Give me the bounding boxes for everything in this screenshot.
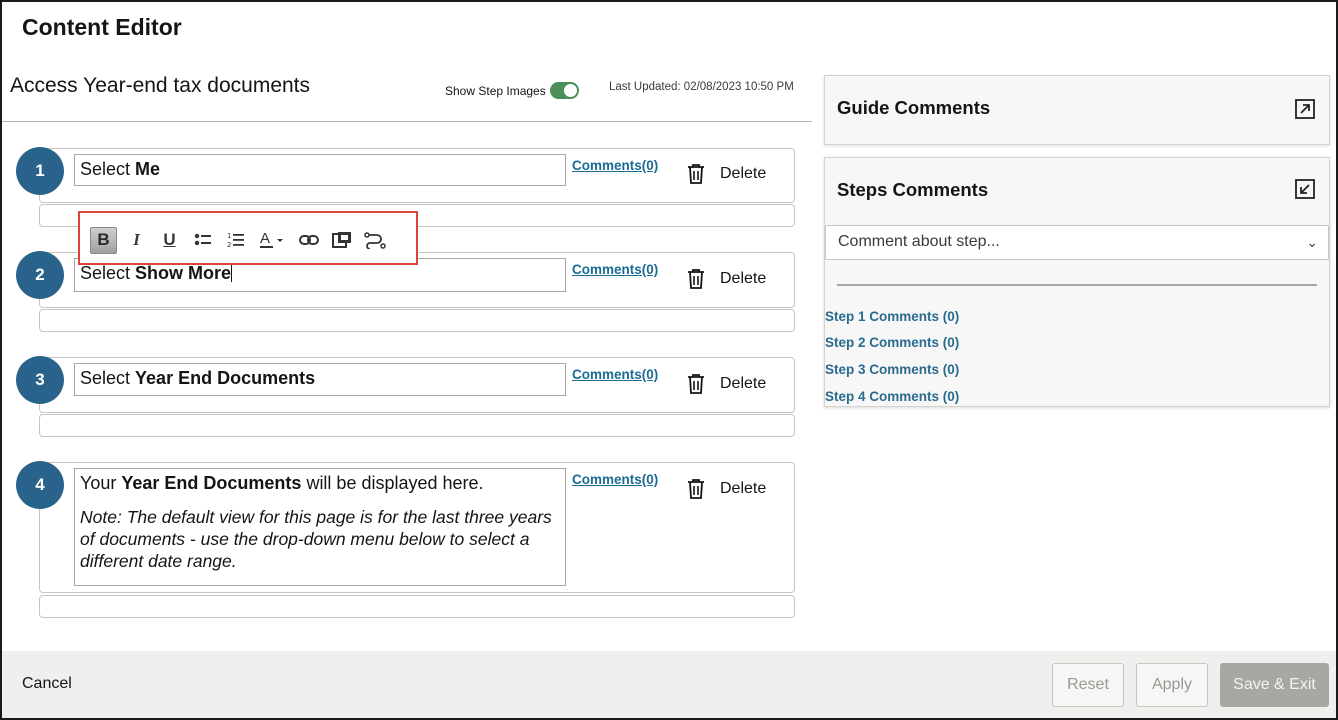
steps-comments-title: Steps Comments: [837, 179, 989, 200]
show-step-images-toggle[interactable]: [549, 82, 579, 99]
step-text-editor[interactable]: Select Year End Documents: [74, 363, 566, 396]
show-step-images: Show Step Images: [445, 82, 579, 99]
step-image-area[interactable]: [39, 309, 795, 332]
step-number: 4: [16, 461, 64, 509]
insert-media-button[interactable]: [328, 227, 355, 254]
app-title: Content Editor: [22, 14, 182, 40]
step-comments-link[interactable]: Comments(0): [572, 472, 658, 487]
step-comments-link[interactable]: Comments(0): [572, 367, 658, 382]
step-1-comments-link[interactable]: Step 1 Comments (0): [825, 309, 959, 324]
step-4-comments-link[interactable]: Step 4 Comments (0): [825, 389, 959, 404]
link-button[interactable]: [295, 227, 322, 254]
save-exit-button[interactable]: Save & Exit: [1220, 663, 1329, 707]
underline-icon: U: [163, 230, 176, 249]
step-number: 3: [16, 356, 64, 404]
step-text-prefix: Select: [80, 368, 136, 388]
guide-title: Access Year-end tax documents: [10, 74, 311, 97]
svg-text:A: A: [260, 230, 270, 247]
footer-bar: Cancel Reset Apply Save & Exit: [2, 651, 1336, 718]
step-image-area[interactable]: [39, 414, 795, 437]
bulleted-list-button[interactable]: [189, 227, 216, 254]
delete-step-button[interactable]: Delete: [686, 268, 766, 290]
reset-button[interactable]: Reset: [1052, 663, 1124, 707]
apply-button[interactable]: Apply: [1136, 663, 1208, 707]
step-text-prefix: Select: [80, 159, 136, 179]
step-comments-link[interactable]: Comments(0): [572, 158, 658, 173]
bold-icon: B: [97, 230, 110, 249]
delete-label: Delete: [720, 270, 767, 287]
italic-icon: I: [133, 230, 140, 249]
collapse-icon[interactable]: [1295, 179, 1315, 199]
bulleted-list-icon: [194, 233, 211, 246]
step-text-editor[interactable]: Select Me: [74, 154, 566, 186]
step-text-editor[interactable]: Your Year End Documents will be displaye…: [74, 468, 566, 586]
step-number: 1: [16, 147, 64, 195]
bold-button[interactable]: B: [90, 226, 117, 254]
step-2-comments-link[interactable]: Step 2 Comments (0): [825, 335, 959, 350]
trash-icon: [688, 374, 704, 394]
step-text-prefix: Select: [80, 263, 136, 283]
step-text-bold: Me: [135, 159, 161, 179]
branch-button[interactable]: [361, 227, 388, 254]
delete-step-button[interactable]: Delete: [686, 163, 766, 185]
trash-icon: [688, 479, 704, 499]
underline-button[interactable]: U: [156, 227, 183, 254]
step-comment-select[interactable]: Comment about step... ⌄: [825, 225, 1329, 260]
trash-icon: [688, 269, 704, 289]
trash-icon: [688, 164, 704, 184]
rich-text-toolbar: B I U 12 A: [78, 211, 418, 265]
guide-comments-panel: Guide Comments: [824, 75, 1330, 145]
numbered-list-icon: 12: [227, 232, 244, 249]
step-number: 2: [16, 251, 64, 299]
text-color-icon: A: [260, 230, 283, 248]
divider: [837, 284, 1317, 286]
step-3-comments-link[interactable]: Step 3 Comments (0): [825, 362, 959, 377]
insert-media-icon: [331, 232, 351, 248]
numbered-list-button[interactable]: 12: [222, 227, 249, 254]
cancel-button[interactable]: Cancel: [22, 675, 72, 693]
step-note: Note: The default view for this page is …: [80, 507, 552, 571]
delete-step-button[interactable]: Delete: [686, 373, 766, 395]
svg-text:2: 2: [227, 241, 231, 249]
chevron-down-icon: ⌄: [1306, 234, 1318, 250]
text-cursor: [231, 263, 233, 282]
divider: [2, 121, 812, 122]
step-text-bold: Year End Documents: [121, 473, 302, 493]
last-updated: Last Updated: 02/08/2023 10:50 PM: [609, 81, 794, 93]
step-text-bold: Show More: [135, 263, 232, 283]
step-text-bold: Year End Documents: [135, 368, 316, 388]
delete-label: Delete: [720, 480, 767, 497]
svg-text:1: 1: [227, 232, 231, 240]
branch-icon: [363, 232, 386, 249]
steps-comments-panel: Steps Comments Comment about step... ⌄ S…: [824, 157, 1330, 407]
step-comments-link[interactable]: Comments(0): [572, 262, 658, 277]
delete-label: Delete: [720, 375, 767, 392]
step-comment-select-value: Comment about step...: [838, 233, 1000, 250]
italic-button[interactable]: I: [123, 227, 150, 254]
guide-comments-title: Guide Comments: [837, 97, 991, 118]
expand-icon[interactable]: [1295, 99, 1315, 119]
show-step-images-label: Show Step Images: [445, 83, 546, 98]
step-text-suffix: will be displayed here.: [301, 473, 484, 493]
step-image-area[interactable]: [39, 595, 795, 618]
text-color-button[interactable]: A: [255, 227, 289, 254]
link-icon: [298, 235, 319, 245]
delete-step-button[interactable]: Delete: [686, 478, 766, 500]
delete-label: Delete: [720, 165, 767, 182]
step-text-prefix: Your: [80, 473, 122, 493]
